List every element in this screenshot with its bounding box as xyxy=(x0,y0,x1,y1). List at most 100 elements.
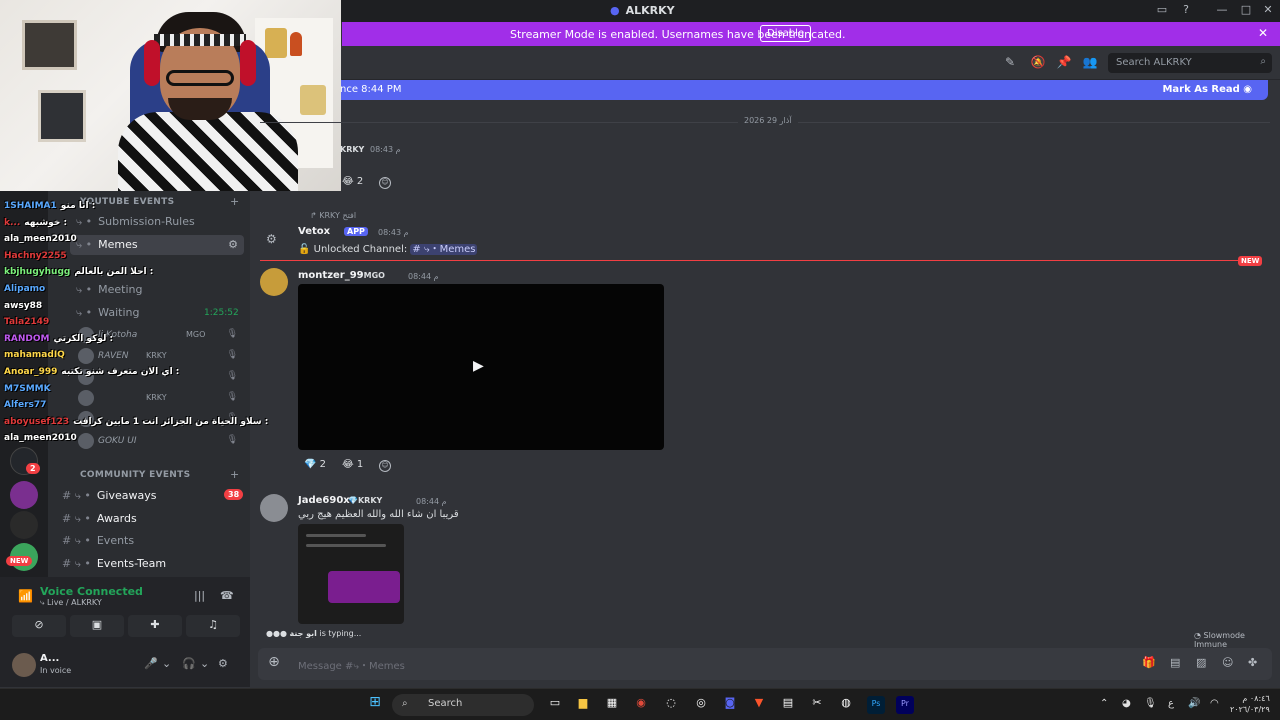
help-icon[interactable]: ? xyxy=(1178,3,1194,19)
tray-overflow-icon[interactable]: ⌃ xyxy=(1100,698,1108,709)
chrome-icon[interactable]: ◉ xyxy=(632,696,650,714)
obs-icon[interactable]: ◌ xyxy=(662,696,680,714)
close-banner-icon[interactable]: ✕ xyxy=(1258,26,1268,40)
hash-icon: # ⤷ • xyxy=(62,534,91,547)
microphone-icon[interactable]: 🎤 xyxy=(144,657,158,670)
discord-taskbar-icon[interactable]: ◙ xyxy=(721,696,739,714)
steam-alt-icon[interactable]: ◍ xyxy=(837,696,855,714)
channel-events[interactable]: # ⤷ • Events xyxy=(56,531,244,551)
start-icon[interactable]: ⊞ xyxy=(366,694,384,712)
channel-awards[interactable]: # ⤷ • Awards xyxy=(56,509,244,529)
screen-share-button[interactable]: ▣ xyxy=(70,615,124,637)
user-settings-icon[interactable]: ⚙ xyxy=(218,657,228,670)
taskbar-clock[interactable]: ٠٨:٤٦ م ٢٠٢٦/٠٣/٢٩ xyxy=(1230,693,1270,715)
notification-bell-icon[interactable]: 🔕 xyxy=(1030,55,1046,71)
minimize-button[interactable]: — xyxy=(1214,3,1230,19)
voice-user[interactable]: RAVEN KRKY 🎙 xyxy=(76,347,246,367)
gift-icon[interactable]: 🎁 xyxy=(1142,656,1156,669)
mark-as-read-button[interactable]: Mark As Read ◉ xyxy=(1162,84,1252,95)
user-name[interactable]: A... xyxy=(40,653,59,664)
pin-icon[interactable]: 📌 xyxy=(1056,55,1072,71)
input-language[interactable]: ع xyxy=(1168,698,1174,709)
activities-button[interactable]: ✚ xyxy=(128,615,182,637)
inbox-icon[interactable]: ▭ xyxy=(1154,3,1170,19)
avatar[interactable] xyxy=(260,494,288,522)
bot-avatar-gear-icon[interactable]: ⚙ xyxy=(266,232,277,246)
video-attachment[interactable]: ▶ xyxy=(298,284,664,450)
tray-app-icon[interactable]: ◕ xyxy=(1122,698,1131,709)
message-author[interactable]: Vetox xyxy=(298,226,330,237)
add-channel-icon[interactable]: + xyxy=(230,195,239,208)
muted-icon: 🎙 xyxy=(226,329,238,339)
steam-icon[interactable]: ◎ xyxy=(692,696,710,714)
threads-icon[interactable]: ✎ xyxy=(1002,55,1018,71)
channel-mention[interactable]: # ⤷・Memes xyxy=(410,244,478,255)
tray-mic-icon[interactable]: 🎙 xyxy=(1144,698,1157,709)
apps-icon[interactable]: ✤ xyxy=(1248,656,1257,669)
gif-icon[interactable]: ▤ xyxy=(1170,656,1180,669)
channel-meeting[interactable]: ⤷ • Meeting xyxy=(70,280,258,300)
maximize-button[interactable]: □ xyxy=(1238,3,1254,19)
category-community-events[interactable]: COMMUNITY EVENTS xyxy=(80,470,190,480)
voice-status[interactable]: Voice Connected xyxy=(40,585,143,598)
message-author[interactable]: KRKY xyxy=(340,145,364,154)
add-reaction-icon[interactable]: ☺ xyxy=(379,460,391,472)
server-icon[interactable] xyxy=(10,511,38,539)
chevron-down-icon[interactable]: ⌄ xyxy=(162,657,171,670)
wall-frame xyxy=(38,90,86,142)
server-icon[interactable] xyxy=(10,481,38,509)
noise-suppression-icon[interactable]: ||| xyxy=(194,589,205,602)
stream-chat-line: Hachny2255 xyxy=(4,251,71,261)
avatar[interactable] xyxy=(12,653,36,677)
voice-user[interactable]: KRKY 🎙 xyxy=(76,389,246,409)
chevron-down-icon[interactable]: ⌄ xyxy=(200,657,209,670)
disable-streamer-mode-button[interactable]: Disable xyxy=(760,25,812,42)
channel-memes[interactable]: ⤷ • Memes ⚙ xyxy=(70,235,244,255)
play-icon[interactable]: ▶ xyxy=(473,358,484,374)
add-channel-icon[interactable]: + xyxy=(230,468,239,481)
composer-placeholder[interactable]: Message #⤷・Memes xyxy=(298,657,405,672)
brave-icon[interactable]: ▼ xyxy=(750,696,768,714)
voice-connected-panel: 📶 Voice Connected ⤷ Live / ALKRKY ||| ☎ … xyxy=(0,577,250,643)
voice-user[interactable]: GOKU UI 🎙 xyxy=(76,432,246,452)
message-author[interactable]: montzer_99 xyxy=(298,270,364,281)
video-off-button[interactable]: ⊘ xyxy=(12,615,66,637)
taskbar-search[interactable]: ⌕ Search xyxy=(392,694,534,716)
stream-chat-user: Alfers77 xyxy=(4,400,47,411)
capcut-icon[interactable]: ✂ xyxy=(808,696,826,714)
file-explorer-icon[interactable]: ▆ xyxy=(574,696,592,714)
disconnect-icon[interactable]: ☎ xyxy=(220,589,234,602)
task-view-icon[interactable]: ▭ xyxy=(546,696,564,714)
store-icon[interactable]: ▦ xyxy=(603,696,621,714)
settings-icon[interactable]: ⚙ xyxy=(228,238,238,251)
premiere-icon[interactable]: Pr xyxy=(896,696,914,714)
slowmode-indicator: ◔ Slowmode Immune xyxy=(1194,631,1245,649)
channel-submission-rules[interactable]: ⤷ • Submission-Rules xyxy=(70,212,258,232)
wifi-icon[interactable]: ◠ xyxy=(1210,698,1219,709)
sticker-icon[interactable]: ▨ xyxy=(1196,656,1206,669)
add-attachment-icon[interactable]: ⊕ xyxy=(266,654,282,670)
member-list-icon[interactable]: 👥 xyxy=(1082,55,1098,71)
reaction[interactable]: 😂 2 xyxy=(338,174,367,192)
image-attachment[interactable] xyxy=(298,524,404,624)
new-messages-bar[interactable]: nce 8:44 PM Mark As Read ◉ xyxy=(330,80,1268,100)
app-icon[interactable]: ▤ xyxy=(779,696,797,714)
reaction[interactable]: 💎 2 xyxy=(300,457,330,475)
headphones-icon[interactable]: 🎧 xyxy=(182,657,196,670)
message-composer[interactable]: ⊕ Message #⤷・Memes 🎁 ▤ ▨ ☺ ✤ xyxy=(258,648,1272,680)
search-input[interactable]: Search ALKRKY ⌕ xyxy=(1108,53,1272,73)
reaction[interactable]: 😂 1 xyxy=(338,457,367,475)
close-window-button[interactable]: ✕ xyxy=(1260,3,1276,19)
reply-preview[interactable]: ↱ KRKY افتح xyxy=(310,211,356,220)
channel-events-team[interactable]: # ⤷ • Events-Team xyxy=(56,554,244,574)
voice-channel-name[interactable]: ⤷ Live / ALKRKY xyxy=(40,598,102,608)
speaker-icon[interactable]: 🔊 xyxy=(1188,698,1200,709)
emoji-icon[interactable]: ☺ xyxy=(1222,656,1233,669)
avatar[interactable] xyxy=(260,268,288,296)
soundboard-button[interactable]: ♫ xyxy=(186,615,240,637)
photoshop-icon[interactable]: Ps xyxy=(867,696,885,714)
channel-giveaways[interactable]: # ⤷ • Giveaways xyxy=(56,486,244,506)
message-author[interactable]: Jade690x xyxy=(298,495,350,506)
add-reaction-icon[interactable]: ☺ xyxy=(379,177,391,189)
screenshot-line xyxy=(306,534,366,537)
